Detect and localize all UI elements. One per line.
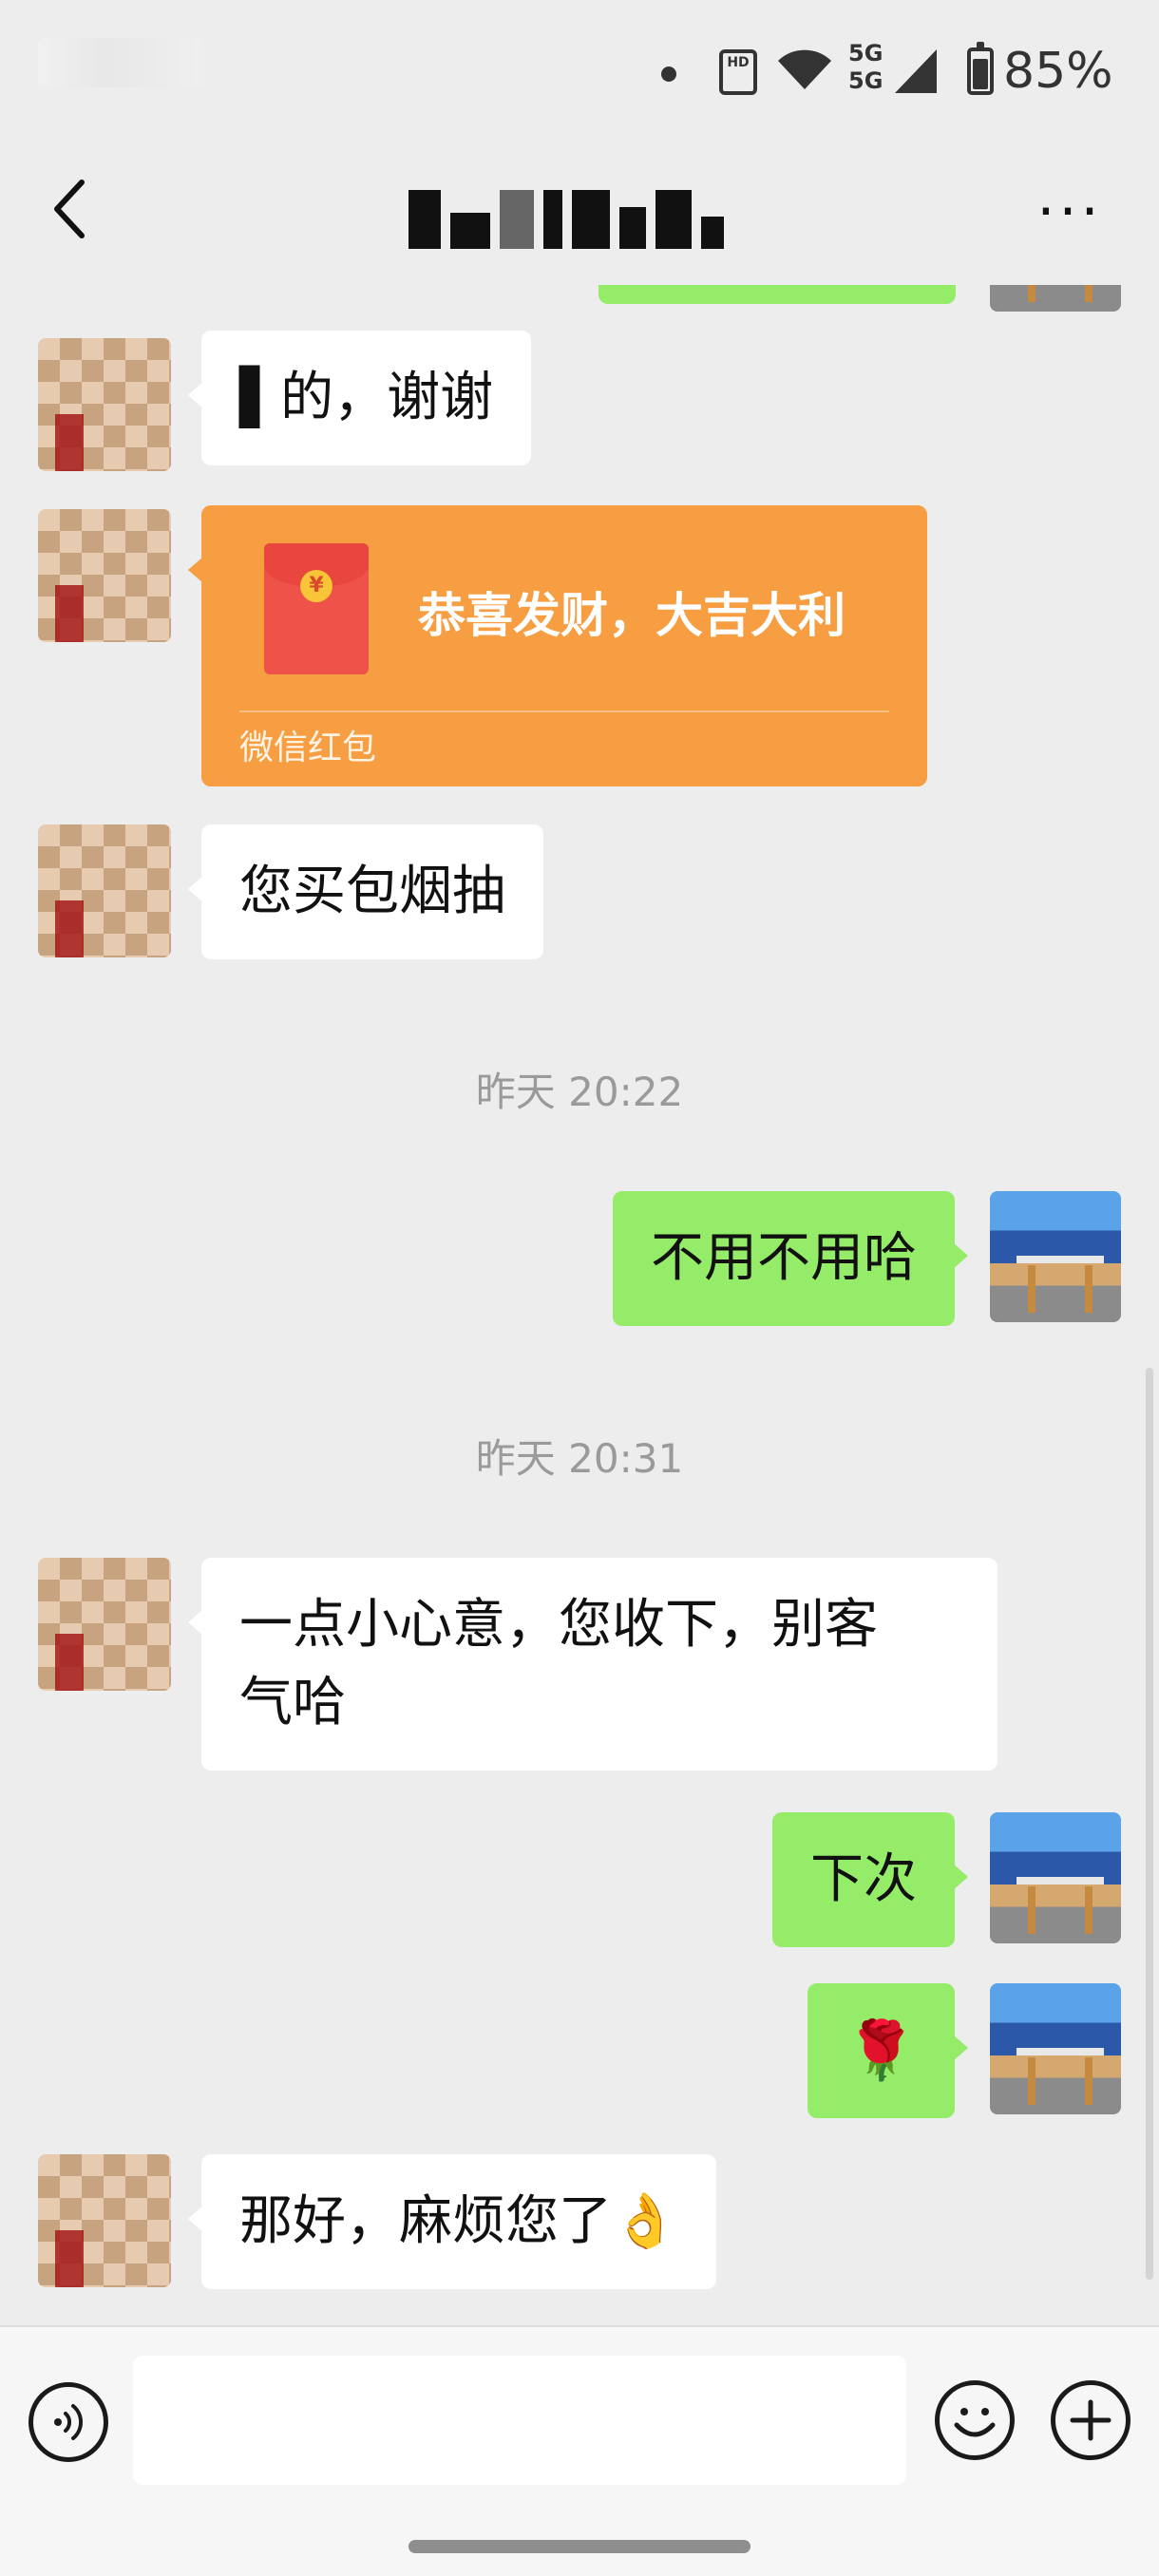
back-button[interactable] bbox=[38, 171, 114, 247]
red-packet-label: 微信红包 bbox=[239, 729, 377, 767]
contact-avatar[interactable] bbox=[38, 824, 171, 957]
signal-icon bbox=[895, 49, 937, 93]
message-bubble-sent[interactable]: 下次 bbox=[772, 1812, 968, 1947]
plus-icon[interactable] bbox=[1051, 2380, 1130, 2460]
contact-avatar[interactable] bbox=[38, 338, 171, 471]
message-input[interactable] bbox=[133, 2356, 906, 2485]
more-options-button[interactable]: ··· bbox=[1032, 183, 1108, 240]
chat-title-redacted bbox=[408, 188, 750, 251]
input-bar bbox=[0, 2325, 1159, 2576]
emoji-icon[interactable] bbox=[935, 2380, 1015, 2460]
my-avatar[interactable] bbox=[990, 1812, 1121, 1943]
my-avatar[interactable] bbox=[990, 285, 1121, 312]
scrollbar[interactable] bbox=[1146, 1368, 1153, 2280]
message-bubble-sent-rose[interactable]: 🌹 bbox=[808, 1983, 968, 2118]
message-bubble-received[interactable]: 那好，麻烦您了👌 bbox=[188, 2154, 716, 2289]
notification-dot-icon bbox=[661, 66, 676, 82]
message-timestamp: 昨天 20:22 bbox=[475, 1069, 684, 1115]
my-avatar[interactable] bbox=[990, 1983, 1121, 2114]
message-timestamp: 昨天 20:31 bbox=[475, 1435, 684, 1482]
voice-icon[interactable] bbox=[28, 2382, 108, 2462]
red-packet-divider bbox=[239, 710, 889, 712]
red-packet-card[interactable]: ¥ 恭喜发财，大吉大利 微信红包 bbox=[188, 505, 927, 786]
contact-avatar[interactable] bbox=[38, 2154, 171, 2287]
status-bar: HD 5G 5G 85% bbox=[0, 0, 1159, 142]
message-bubble-cutoff bbox=[598, 285, 956, 304]
red-packet-title: 恭喜发财，大吉大利 bbox=[418, 588, 846, 643]
hd-call-icon: HD bbox=[719, 49, 757, 95]
message-bubble-received[interactable]: ▌的，谢谢 bbox=[187, 331, 532, 465]
message-list[interactable]: ▌的，谢谢 ¥ 恭喜发财，大吉大利 微信红包 您买包烟抽 昨天 20:22 不用… bbox=[0, 285, 1159, 2325]
battery-fill bbox=[973, 59, 988, 89]
message-bubble-received[interactable]: 一点小心意，您收下，别客 气哈 bbox=[188, 1558, 998, 1771]
wifi-icon bbox=[778, 49, 831, 89]
battery-icon bbox=[967, 42, 994, 95]
home-indicator[interactable] bbox=[408, 2540, 750, 2553]
status-time-redacted bbox=[38, 38, 204, 87]
red-packet-icon: ¥ bbox=[264, 543, 369, 674]
contact-avatar[interactable] bbox=[38, 1558, 171, 1691]
red-packet-coin-icon: ¥ bbox=[300, 570, 332, 602]
battery-percent: 85% bbox=[1003, 43, 1113, 100]
network-5g-label: 5G 5G bbox=[848, 40, 884, 94]
message-bubble-sent[interactable]: 不用不用哈 bbox=[613, 1191, 968, 1326]
message-bubble-received[interactable]: 您买包烟抽 bbox=[188, 824, 543, 959]
contact-avatar[interactable] bbox=[38, 509, 171, 642]
my-avatar[interactable] bbox=[990, 1191, 1121, 1322]
chat-header: ··· bbox=[0, 142, 1159, 285]
